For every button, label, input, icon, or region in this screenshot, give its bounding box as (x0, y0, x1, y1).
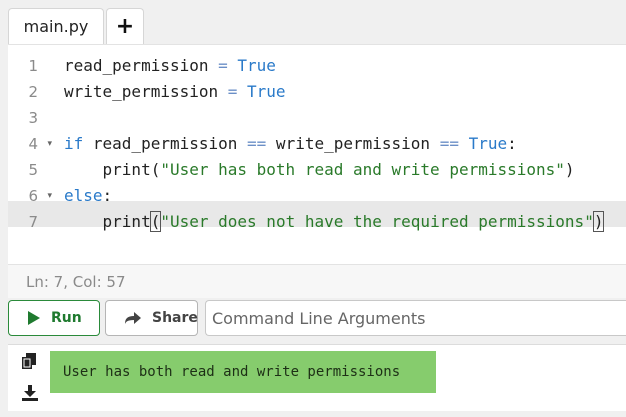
code-line-7: print("User does not have the required p… (102, 211, 605, 232)
add-file-button[interactable]: + (106, 8, 144, 44)
code-line-5: print("User has both read and write perm… (102, 160, 575, 179)
file-tabs: main.py + (8, 8, 626, 44)
line-number: 7 (28, 213, 38, 231)
run-label: Run (51, 310, 82, 326)
code-line-6: else: (64, 186, 113, 205)
line-gutter: 1 2 3 4 ▾ 5 6 ▾ 7 (8, 45, 60, 265)
line-number: 1 (28, 57, 38, 75)
code-line-1: read_permission = True (64, 56, 276, 75)
code-line-2: write_permission = True (64, 82, 286, 101)
share-icon (124, 311, 142, 325)
code-area[interactable]: read_permission = True write_permission … (64, 45, 626, 265)
cursor-position-status: Ln: 7, Col: 57 (8, 264, 626, 298)
line-number: 2 (28, 83, 38, 101)
line-number: 5 (28, 161, 38, 179)
tab-main-py[interactable]: main.py (8, 8, 104, 44)
copy-icon[interactable] (22, 353, 42, 373)
fold-arrow-icon[interactable]: ▾ (47, 131, 52, 157)
output-side-icons (22, 353, 42, 417)
play-icon (27, 310, 41, 326)
fold-arrow-icon[interactable]: ▾ (47, 183, 52, 209)
code-editor[interactable]: 1 2 3 4 ▾ 5 6 ▾ 7 read_permission = True w… (8, 44, 626, 265)
line-number: 6 ▾ (8, 183, 60, 209)
download-icon[interactable] (22, 385, 42, 405)
run-toolbar: Run Share (8, 300, 626, 338)
command-line-args-input[interactable] (205, 300, 626, 336)
line-number: 4 ▾ (8, 131, 60, 157)
share-button[interactable]: Share (105, 300, 198, 336)
output-panel: User has both read and write permissions (8, 344, 626, 411)
ide-frame: main.py + 1 2 3 4 ▾ 5 6 ▾ 7 read_permissio… (8, 8, 626, 411)
line-number: 3 (28, 109, 38, 127)
code-line-4: if read_permission == write_permission =… (64, 134, 517, 153)
share-label: Share (152, 310, 198, 326)
run-button[interactable]: Run (8, 300, 100, 336)
program-output: User has both read and write permissions (50, 351, 436, 393)
